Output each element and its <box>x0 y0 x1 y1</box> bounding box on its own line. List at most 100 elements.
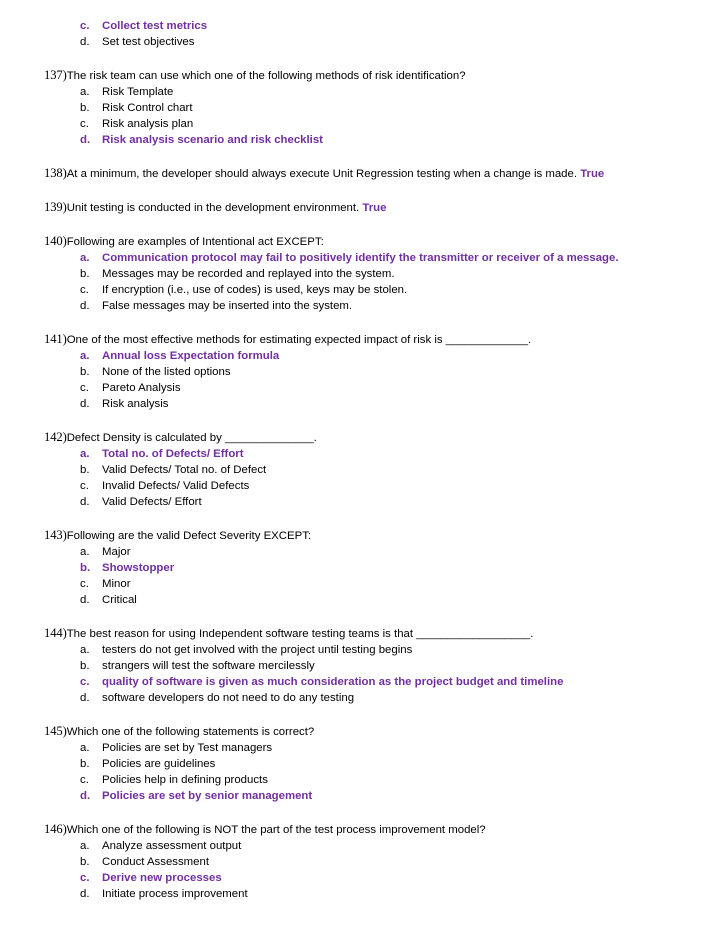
option-text: Showstopper <box>102 562 175 574</box>
question-text: One of the most effective methods for es… <box>66 334 532 346</box>
option-item-correct: a. Annual loss Expectation formula <box>44 348 684 364</box>
option-letter: a. <box>80 742 90 754</box>
question-stem-line: 146)Which one of the following is NOT th… <box>44 821 684 838</box>
option-text: Risk analysis plan <box>102 118 194 130</box>
question-stem-line: 138)At a minimum, the developer should a… <box>44 165 684 182</box>
option-text: Annual loss Expectation formula <box>102 350 280 362</box>
option-item: a. testers do not get involved with the p… <box>44 642 684 658</box>
option-text: Risk analysis <box>102 398 169 410</box>
option-text: Valid Defects/ Effort <box>102 496 202 508</box>
option-text: Risk analysis scenario and risk checklis… <box>102 134 323 146</box>
option-letter: d. <box>80 36 90 48</box>
option-text: If encryption (i.e., use of codes) is us… <box>102 284 408 296</box>
option-letter: d. <box>80 790 91 802</box>
option-list: a. Policies are set by Test managers b. Pol… <box>44 740 684 804</box>
option-text: Conduct Assessment <box>102 856 209 868</box>
option-item-correct: d. Policies are set by senior management <box>44 788 684 804</box>
option-text: Analyze assessment output <box>102 840 242 852</box>
option-item: d. Initiate process improvement <box>44 886 684 902</box>
question-text: Unit testing is conducted in the develop… <box>66 202 363 214</box>
question-block: 144)The best reason for using Independen… <box>44 625 684 706</box>
option-text: Risk Template <box>102 86 174 98</box>
question-block: 143)Following are the valid Defect Sever… <box>44 527 684 608</box>
option-letter: a. <box>80 252 90 264</box>
option-text: Communication protocol may fail to posit… <box>102 252 619 264</box>
option-text: Messages may be recorded and replayed in… <box>102 268 395 280</box>
option-letter: d. <box>80 134 91 146</box>
option-item: b. None of the listed options <box>44 364 684 380</box>
option-list: c. Collect test metrics d. Set test objecti… <box>44 18 684 50</box>
option-letter: a. <box>80 840 90 852</box>
option-item: b. Conduct Assessment <box>44 854 684 870</box>
option-item: d. False messages may be inserted into th… <box>44 298 684 314</box>
option-letter: b. <box>80 562 91 574</box>
option-list: a. Total no. of Defects/ Effort b. Valid De… <box>44 446 684 510</box>
option-letter: c. <box>80 872 90 884</box>
question-block: 139)Unit testing is conducted in the dev… <box>44 199 684 216</box>
option-letter: b. <box>80 660 90 672</box>
option-item: c. If encryption (i.e., use of codes) is … <box>44 282 684 298</box>
option-letter: c. <box>80 382 89 394</box>
option-text: Derive new processes <box>102 872 222 884</box>
option-letter: c. <box>80 774 89 786</box>
question-stem-line: 139)Unit testing is conducted in the dev… <box>44 199 684 216</box>
question-number: 137) <box>44 68 67 82</box>
option-letter: c. <box>80 284 89 296</box>
document-body: c. Collect test metrics d. Set test objecti… <box>44 18 684 919</box>
option-list: a. Risk Template b. Risk Control chart c. Ris… <box>44 84 684 148</box>
option-item: d. software developers do not need to do … <box>44 690 684 706</box>
question-number: 142) <box>44 430 67 444</box>
question-number: 146) <box>44 822 67 836</box>
option-text: Set test objectives <box>102 36 195 48</box>
question-number: 140) <box>44 234 67 248</box>
question-list: 137)The risk team can use which one of t… <box>44 67 684 902</box>
option-text: Initiate process improvement <box>102 888 248 900</box>
option-text: quality of software is given as much con… <box>102 676 564 688</box>
option-item: c. Policies help in defining products <box>44 772 684 788</box>
question-text: The risk team can use which one of the f… <box>66 70 466 82</box>
option-item: b. Policies are guidelines <box>44 756 684 772</box>
option-text: Minor <box>102 578 131 590</box>
question-block: 141)One of the most effective methods fo… <box>44 331 684 412</box>
option-letter: d. <box>80 496 90 508</box>
question-number: 138) <box>44 166 67 180</box>
option-text: strangers will test the software mercile… <box>102 660 315 672</box>
option-item-correct: c. Derive new processes <box>44 870 684 886</box>
option-item: c. Risk analysis plan <box>44 116 684 132</box>
option-text: Total no. of Defects/ Effort <box>102 448 244 460</box>
option-item-correct: c. Collect test metrics <box>44 18 684 34</box>
option-letter: d. <box>80 692 90 704</box>
option-letter: c. <box>80 20 90 32</box>
option-letter: a. <box>80 86 90 98</box>
option-item: c. Minor <box>44 576 684 592</box>
option-letter: d. <box>80 300 90 312</box>
option-text: software developers do not need to do an… <box>102 692 355 704</box>
option-item-correct: a. Total no. of Defects/ Effort <box>44 446 684 462</box>
option-text: Critical <box>102 594 137 606</box>
option-text: Invalid Defects/ Valid Defects <box>102 480 250 492</box>
question-stem-line: 137)The risk team can use which one of t… <box>44 67 684 84</box>
option-item: d. Set test objectives <box>44 34 684 50</box>
option-text: Collect test metrics <box>102 20 208 32</box>
question-stem-line: 141)One of the most effective methods fo… <box>44 331 684 348</box>
question-block: 145)Which one of the following statement… <box>44 723 684 804</box>
option-list: a. Communication protocol may fail to pos… <box>44 250 684 314</box>
option-letter: c. <box>80 480 89 492</box>
inline-answer: True <box>362 202 387 214</box>
option-letter: b. <box>80 268 90 280</box>
option-letter: b. <box>80 102 90 114</box>
option-letter: c. <box>80 578 89 590</box>
option-item: a. Risk Template <box>44 84 684 100</box>
question-block: 138)At a minimum, the developer should a… <box>44 165 684 182</box>
option-item-correct: c. quality of software is given as much c… <box>44 674 684 690</box>
option-item: b. Messages may be recorded and replayed … <box>44 266 684 282</box>
question-stem-line: 140)Following are examples of Intentiona… <box>44 233 684 250</box>
option-letter: a. <box>80 644 90 656</box>
question-stem-line: 144)The best reason for using Independen… <box>44 625 684 642</box>
option-item: b. Valid Defects/ Total no. of Defect <box>44 462 684 478</box>
question-stem-line: 143)Following are the valid Defect Sever… <box>44 527 684 544</box>
option-item-correct: d. Risk analysis scenario and risk checkl… <box>44 132 684 148</box>
option-text: testers do not get involved with the pro… <box>102 644 413 656</box>
option-text: Policies are guidelines <box>102 758 216 770</box>
question-text: Which one of the following statements is… <box>66 726 315 738</box>
